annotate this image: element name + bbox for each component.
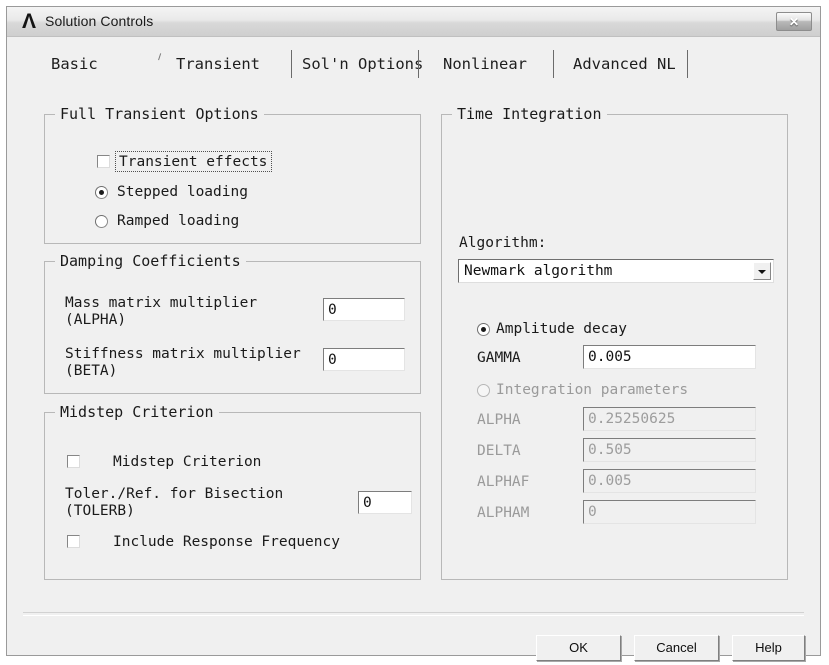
label-mass-matrix-multiplier: Mass matrix multiplier	[65, 295, 258, 311]
label-gamma: GAMMA	[477, 350, 521, 366]
tab-transient[interactable]: Transient	[172, 53, 264, 75]
input-alpha: 0.25250625	[583, 407, 756, 431]
tab-strip: Basic Transient Sol'n Options Nonlinear …	[7, 47, 820, 89]
label-ramped-loading: Ramped loading	[117, 213, 240, 229]
label-amplitude-decay: Amplitude decay	[496, 321, 627, 337]
label-tolerb-bisection: Toler./Ref. for Bisection	[65, 486, 284, 502]
group-full-transient-options: Full Transient Options Transient effects…	[44, 105, 421, 244]
ok-button[interactable]: OK	[536, 635, 621, 661]
group-title-time-integration: Time Integration	[452, 105, 607, 123]
label-stepped-loading: Stepped loading	[117, 184, 248, 200]
tab-separator-1	[291, 50, 292, 78]
input-alphaf: 0.005	[583, 469, 756, 493]
dropdown-algorithm[interactable]: Newmark algorithm	[458, 259, 774, 283]
label-stiffness-matrix-multiplier: Stiffness matrix multiplier	[65, 346, 301, 362]
radio-ramped-loading[interactable]	[95, 215, 108, 228]
title-bar[interactable]: Λ Solution Controls ✕	[7, 7, 820, 37]
input-delta: 0.505	[583, 438, 756, 462]
group-title-midstep-criterion: Midstep Criterion	[55, 403, 219, 421]
input-alpham: 0	[583, 500, 756, 524]
label-stiffness-matrix-beta: (BETA)	[65, 363, 118, 379]
window-title: Solution Controls	[45, 13, 154, 29]
cancel-button[interactable]: Cancel	[634, 635, 719, 661]
group-title-damping-coefficients: Damping Coefficients	[55, 252, 246, 270]
dialog-window: Λ Solution Controls ✕ Basic Transient So…	[6, 6, 821, 661]
chevron-down-icon[interactable]	[753, 262, 771, 280]
input-mass-matrix-multiplier[interactable]: 0	[323, 298, 405, 321]
tab-nonlinear[interactable]: Nonlinear	[439, 53, 531, 75]
ansys-logo-icon: Λ	[21, 10, 36, 33]
dialog-client-area: Basic Transient Sol'n Options Nonlinear …	[7, 37, 820, 661]
label-algorithm: Algorithm:	[459, 235, 547, 251]
label-midstep-criterion: Midstep Criterion	[113, 454, 262, 470]
help-button[interactable]: Help	[732, 635, 805, 661]
radio-integration-parameters[interactable]	[477, 384, 490, 397]
group-midstep-criterion: Midstep Criterion Midstep Criterion Tole…	[44, 403, 421, 580]
input-stiffness-matrix-multiplier[interactable]: 0	[323, 348, 405, 371]
tab-separator-3	[553, 50, 554, 78]
radio-stepped-loading[interactable]	[95, 186, 108, 199]
tab-separator-2	[418, 50, 419, 78]
group-title-full-transient-options: Full Transient Options	[55, 105, 264, 123]
label-mass-matrix-alpha: (ALPHA)	[65, 312, 127, 328]
checkbox-transient-effects[interactable]	[97, 155, 110, 168]
label-alpha: ALPHA	[477, 412, 521, 428]
label-tolerb-name: (TOLERB)	[65, 503, 135, 519]
checkbox-midstep-criterion[interactable]	[67, 455, 80, 468]
label-alphaf: ALPHAF	[477, 474, 530, 490]
tab-tick-icon	[158, 53, 166, 62]
label-include-response-frequency: Include Response Frequency	[113, 534, 340, 550]
label-integration-parameters: Integration parameters	[496, 382, 689, 398]
radio-amplitude-decay[interactable]	[477, 323, 490, 336]
tab-advanced-nl[interactable]: Advanced NL	[569, 53, 680, 75]
label-alpham: ALPHAM	[477, 505, 530, 521]
checkbox-include-response-frequency[interactable]	[67, 535, 80, 548]
label-transient-effects: Transient effects	[119, 154, 268, 170]
tab-basic[interactable]: Basic	[47, 53, 102, 75]
close-icon: ✕	[788, 15, 800, 29]
input-gamma[interactable]: 0.005	[583, 345, 756, 369]
dropdown-algorithm-value: Newmark algorithm	[464, 263, 613, 279]
input-tolerb[interactable]: 0	[358, 491, 412, 514]
close-button[interactable]: ✕	[776, 12, 812, 31]
label-delta: DELTA	[477, 443, 521, 459]
button-separator	[23, 612, 804, 616]
tab-soln-options[interactable]: Sol'n Options	[298, 53, 427, 75]
group-time-integration: Time Integration Algorithm: Newmark algo…	[441, 105, 788, 580]
group-damping-coefficients: Damping Coefficients Mass matrix multipl…	[44, 252, 421, 394]
tab-separator-4	[687, 50, 688, 78]
